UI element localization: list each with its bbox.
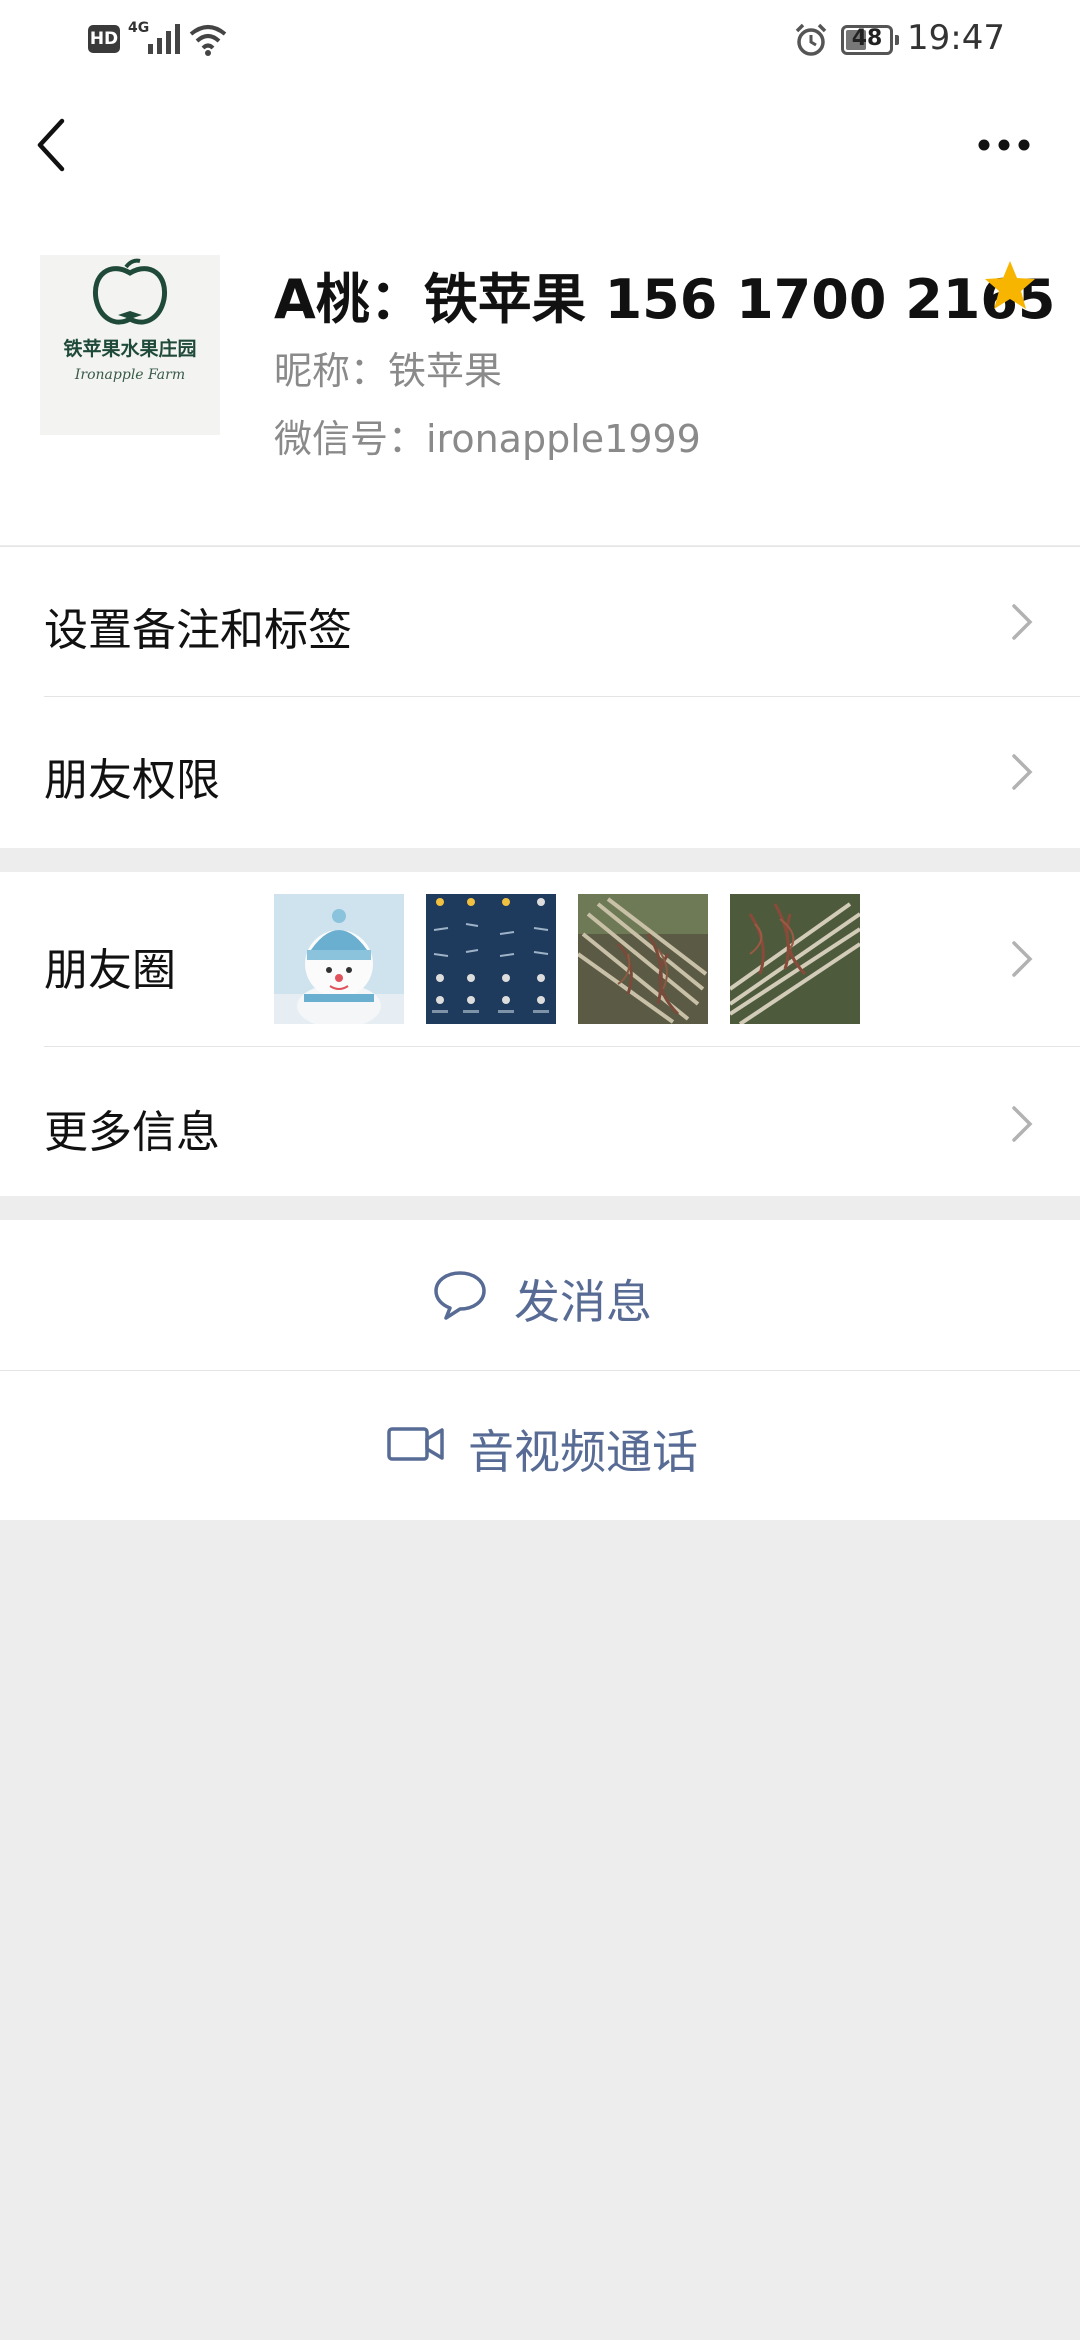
remark-tags-label: 设置备注和标签 <box>44 605 352 656</box>
signal-icon <box>148 24 180 54</box>
friend-permission-label: 朋友权限 <box>44 755 220 806</box>
send-message-label: 发消息 <box>514 1275 652 1329</box>
hd-badge: HD <box>88 25 120 53</box>
action-group: 发消息 音视频通话 <box>0 1220 1080 1520</box>
avatar[interactable]: 铁苹果水果庄园 Ironapple Farm <box>40 255 220 435</box>
chat-bubble-icon <box>434 1271 486 1320</box>
battery-icon: 48 <box>841 25 899 55</box>
friend-permission-row[interactable]: 朋友权限 <box>0 696 1080 848</box>
moments-thumbnail-seedlings <box>730 894 860 1024</box>
more-options-button[interactable] <box>976 130 1032 160</box>
back-button[interactable] <box>30 115 70 175</box>
video-call-button[interactable]: 音视频通话 <box>0 1370 1080 1520</box>
chevron-right-icon <box>1012 604 1033 640</box>
status-bar: HD 4G 48 19:47 <box>0 0 1080 80</box>
battery-tip <box>895 35 899 45</box>
chevron-right-icon <box>1012 941 1033 977</box>
battery-level: 48 <box>851 26 883 51</box>
moments-thumbnail-snowman <box>274 894 404 1024</box>
chevron-right-icon <box>1012 1106 1033 1142</box>
moments-label: 朋友圈 <box>44 945 176 996</box>
contact-name: A桃：铁苹果 156 1700 2165 <box>274 268 1056 331</box>
wifi-icon <box>189 25 227 56</box>
status-time: 19:47 <box>907 18 1005 58</box>
avatar-title: 铁苹果水果庄园 <box>63 337 196 360</box>
info-group: 朋友圈 更多信息 <box>0 872 1080 1196</box>
nickname: 昵称：铁苹果 <box>274 349 503 393</box>
moments-row[interactable]: 朋友圈 <box>0 872 1080 1046</box>
wechat-id: 微信号：ironapple1999 <box>274 417 701 461</box>
more-info-label: 更多信息 <box>44 1107 220 1158</box>
more-info-row[interactable]: 更多信息 <box>0 1046 1080 1196</box>
send-message-button[interactable]: 发消息 <box>0 1220 1080 1370</box>
remark-tags-row[interactable]: 设置备注和标签 <box>0 546 1080 696</box>
alarm-icon <box>795 23 827 56</box>
moments-thumbnail-weather <box>426 894 556 1024</box>
settings-group: 设置备注和标签 朋友权限 <box>0 546 1080 848</box>
moments-thumbnail-roots <box>578 894 708 1024</box>
video-call-label: 音视频通话 <box>468 1425 698 1479</box>
avatar-subtitle: Ironapple Farm <box>74 367 185 383</box>
star-icon[interactable] <box>982 258 1038 314</box>
chevron-right-icon <box>1012 754 1033 790</box>
video-camera-icon <box>387 1427 444 1461</box>
